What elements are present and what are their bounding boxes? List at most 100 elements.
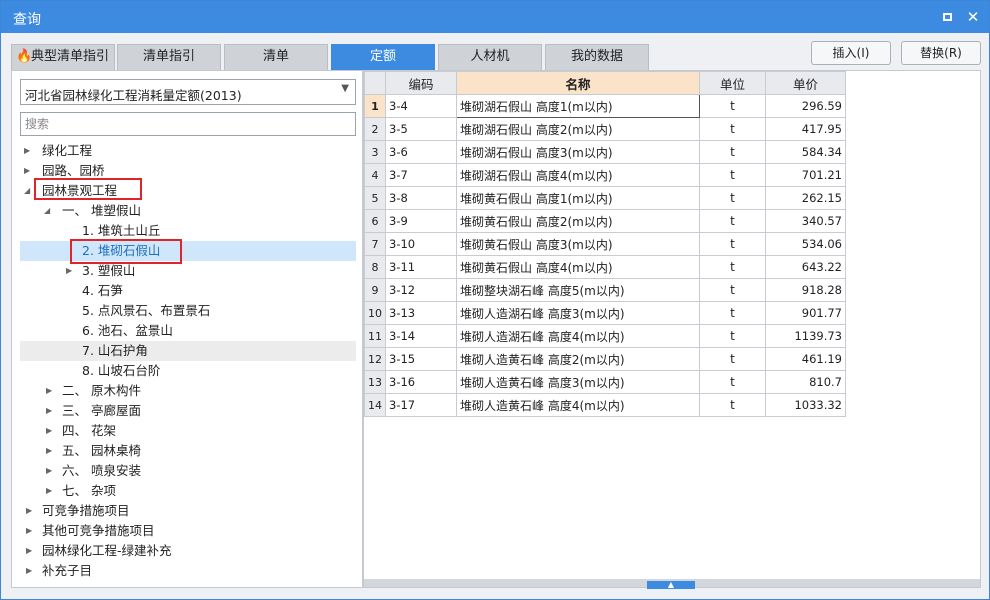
tree-node[interactable]: 8. 山坡石台阶	[20, 361, 356, 381]
unit-cell[interactable]: t	[699, 301, 766, 325]
expand-icon[interactable]: ▶	[46, 401, 52, 421]
tree-node[interactable]: ▶ 五、 园林桌椅	[20, 441, 356, 461]
table-row[interactable]: 2 3-5 堆砌湖石假山 高度2(m以内) t 417.95	[364, 117, 846, 141]
price-cell[interactable]: 340.57	[765, 209, 846, 233]
collapse-icon[interactable]: ◢	[24, 181, 30, 201]
row-number[interactable]: 1	[364, 94, 386, 118]
column-header-price[interactable]: 单价	[765, 71, 846, 95]
unit-cell[interactable]: t	[699, 232, 766, 256]
expand-icon[interactable]: ▶	[26, 521, 32, 541]
name-cell[interactable]: 堆砌人造湖石峰 高度4(m以内)	[456, 324, 700, 348]
expand-icon[interactable]: ▶	[66, 261, 72, 281]
tree-node[interactable]: ▶ 绿化工程	[20, 141, 356, 161]
code-cell[interactable]: 3-4	[385, 94, 457, 118]
tab-list[interactable]: 清单	[224, 44, 328, 70]
tree-node[interactable]: ▶ 三、 亭廊屋面	[20, 401, 356, 421]
tab-quota[interactable]: 定额	[331, 44, 435, 70]
name-cell[interactable]: 堆砌人造湖石峰 高度3(m以内)	[456, 301, 700, 325]
table-row[interactable]: 13 3-16 堆砌人造黄石峰 高度3(m以内) t 810.7	[364, 370, 846, 394]
tree-node[interactable]: ▶ 补充子目	[20, 561, 356, 581]
expand-icon[interactable]: ▶	[46, 381, 52, 401]
tree-node[interactable]: 1. 堆筑土山丘	[20, 221, 356, 241]
name-cell[interactable]: 堆砌整块湖石峰 高度5(m以内)	[456, 278, 700, 302]
tree-node[interactable]: ▶ 其他可竞争措施项目	[20, 521, 356, 541]
price-cell[interactable]: 534.06	[765, 232, 846, 256]
row-number[interactable]: 10	[364, 301, 386, 325]
column-header-name[interactable]: 名称	[456, 71, 700, 95]
tree-node[interactable]: ▶ 四、 花架	[20, 421, 356, 441]
code-cell[interactable]: 3-11	[385, 255, 457, 279]
row-number[interactable]: 4	[364, 163, 386, 187]
row-number[interactable]: 7	[364, 232, 386, 256]
unit-cell[interactable]: t	[699, 370, 766, 394]
tree-node[interactable]: 6. 池石、盆景山	[20, 321, 356, 341]
unit-cell[interactable]: t	[699, 117, 766, 141]
unit-cell[interactable]: t	[699, 209, 766, 233]
expand-icon[interactable]: ▶	[46, 461, 52, 481]
name-cell[interactable]: 堆砌黄石假山 高度1(m以内)	[456, 186, 700, 210]
tree-node[interactable]: ▶ 七、 杂项	[20, 481, 356, 501]
name-cell[interactable]: 堆砌黄石假山 高度2(m以内)	[456, 209, 700, 233]
name-cell[interactable]: 堆砌人造黄石峰 高度4(m以内)	[456, 393, 700, 417]
unit-cell[interactable]: t	[699, 140, 766, 164]
code-cell[interactable]: 3-17	[385, 393, 457, 417]
price-cell[interactable]: 1033.32	[765, 393, 846, 417]
row-number[interactable]: 12	[364, 347, 386, 371]
price-cell[interactable]: 901.77	[765, 301, 846, 325]
price-cell[interactable]: 262.15	[765, 186, 846, 210]
price-cell[interactable]: 584.34	[765, 140, 846, 164]
expand-icon[interactable]: ▶	[26, 541, 32, 561]
table-row[interactable]: 12 3-15 堆砌人造黄石峰 高度2(m以内) t 461.19	[364, 347, 846, 371]
column-header-unit[interactable]: 单位	[699, 71, 766, 95]
expand-icon[interactable]: ▶	[24, 141, 30, 161]
table-row[interactable]: 3 3-6 堆砌湖石假山 高度3(m以内) t 584.34	[364, 140, 846, 164]
expand-icon[interactable]: ▶	[46, 441, 52, 461]
code-cell[interactable]: 3-8	[385, 186, 457, 210]
search-input[interactable]	[20, 112, 356, 136]
quota-library-select[interactable]: 河北省园林绿化工程消耗量定额(2013) ▼	[20, 79, 356, 105]
row-number[interactable]: 3	[364, 140, 386, 164]
table-row[interactable]: 10 3-13 堆砌人造湖石峰 高度3(m以内) t 901.77	[364, 301, 846, 325]
tree-node[interactable]: ▶ 3. 塑假山	[20, 261, 356, 281]
code-cell[interactable]: 3-13	[385, 301, 457, 325]
unit-cell[interactable]: t	[699, 94, 766, 118]
unit-cell[interactable]: t	[699, 278, 766, 302]
code-cell[interactable]: 3-12	[385, 278, 457, 302]
code-cell[interactable]: 3-7	[385, 163, 457, 187]
maximize-icon[interactable]	[937, 7, 957, 27]
tab-my-data[interactable]: 我的数据	[545, 44, 649, 70]
code-cell[interactable]: 3-6	[385, 140, 457, 164]
name-cell[interactable]: 堆砌湖石假山 高度2(m以内)	[456, 117, 700, 141]
table-row[interactable]: 14 3-17 堆砌人造黄石峰 高度4(m以内) t 1033.32	[364, 393, 846, 417]
expand-icon[interactable]: ▶	[26, 561, 32, 581]
row-number[interactable]: 2	[364, 117, 386, 141]
expand-icon[interactable]: ▶	[46, 421, 52, 441]
row-number[interactable]: 9	[364, 278, 386, 302]
table-row[interactable]: 5 3-8 堆砌黄石假山 高度1(m以内) t 262.15	[364, 186, 846, 210]
code-cell[interactable]: 3-16	[385, 370, 457, 394]
title-bar[interactable]: 查询 ✕	[1, 1, 989, 33]
close-icon[interactable]: ✕	[963, 7, 983, 27]
tree-node[interactable]: 4. 石笋	[20, 281, 356, 301]
tree-node[interactable]: 5. 点风景石、布置景石	[20, 301, 356, 321]
replace-button[interactable]: 替换(R)	[901, 41, 981, 65]
price-cell[interactable]: 701.21	[765, 163, 846, 187]
code-cell[interactable]: 3-9	[385, 209, 457, 233]
tree-node[interactable]: ▶ 可竞争措施项目	[20, 501, 356, 521]
table-row[interactable]: 4 3-7 堆砌湖石假山 高度4(m以内) t 701.21	[364, 163, 846, 187]
expand-icon[interactable]: ▶	[24, 161, 30, 181]
tree-node[interactable]: ◢ 一、 堆塑假山	[20, 201, 356, 221]
row-number[interactable]: 5	[364, 186, 386, 210]
price-cell[interactable]: 918.28	[765, 278, 846, 302]
name-cell[interactable]: 堆砌湖石假山 高度4(m以内)	[456, 163, 700, 187]
row-number[interactable]: 6	[364, 209, 386, 233]
tab-typical-list-guide[interactable]: 🔥 典型清单指引	[11, 44, 115, 70]
row-number[interactable]: 14	[364, 393, 386, 417]
tree-node[interactable]: ▶ 六、 喷泉安装	[20, 461, 356, 481]
price-cell[interactable]: 1139.73	[765, 324, 846, 348]
unit-cell[interactable]: t	[699, 186, 766, 210]
chevron-up-icon[interactable]: ▲	[647, 581, 695, 589]
row-number[interactable]: 13	[364, 370, 386, 394]
tree-node[interactable]: ▶ 园林绿化工程-绿建补充	[20, 541, 356, 561]
price-cell[interactable]: 810.7	[765, 370, 846, 394]
